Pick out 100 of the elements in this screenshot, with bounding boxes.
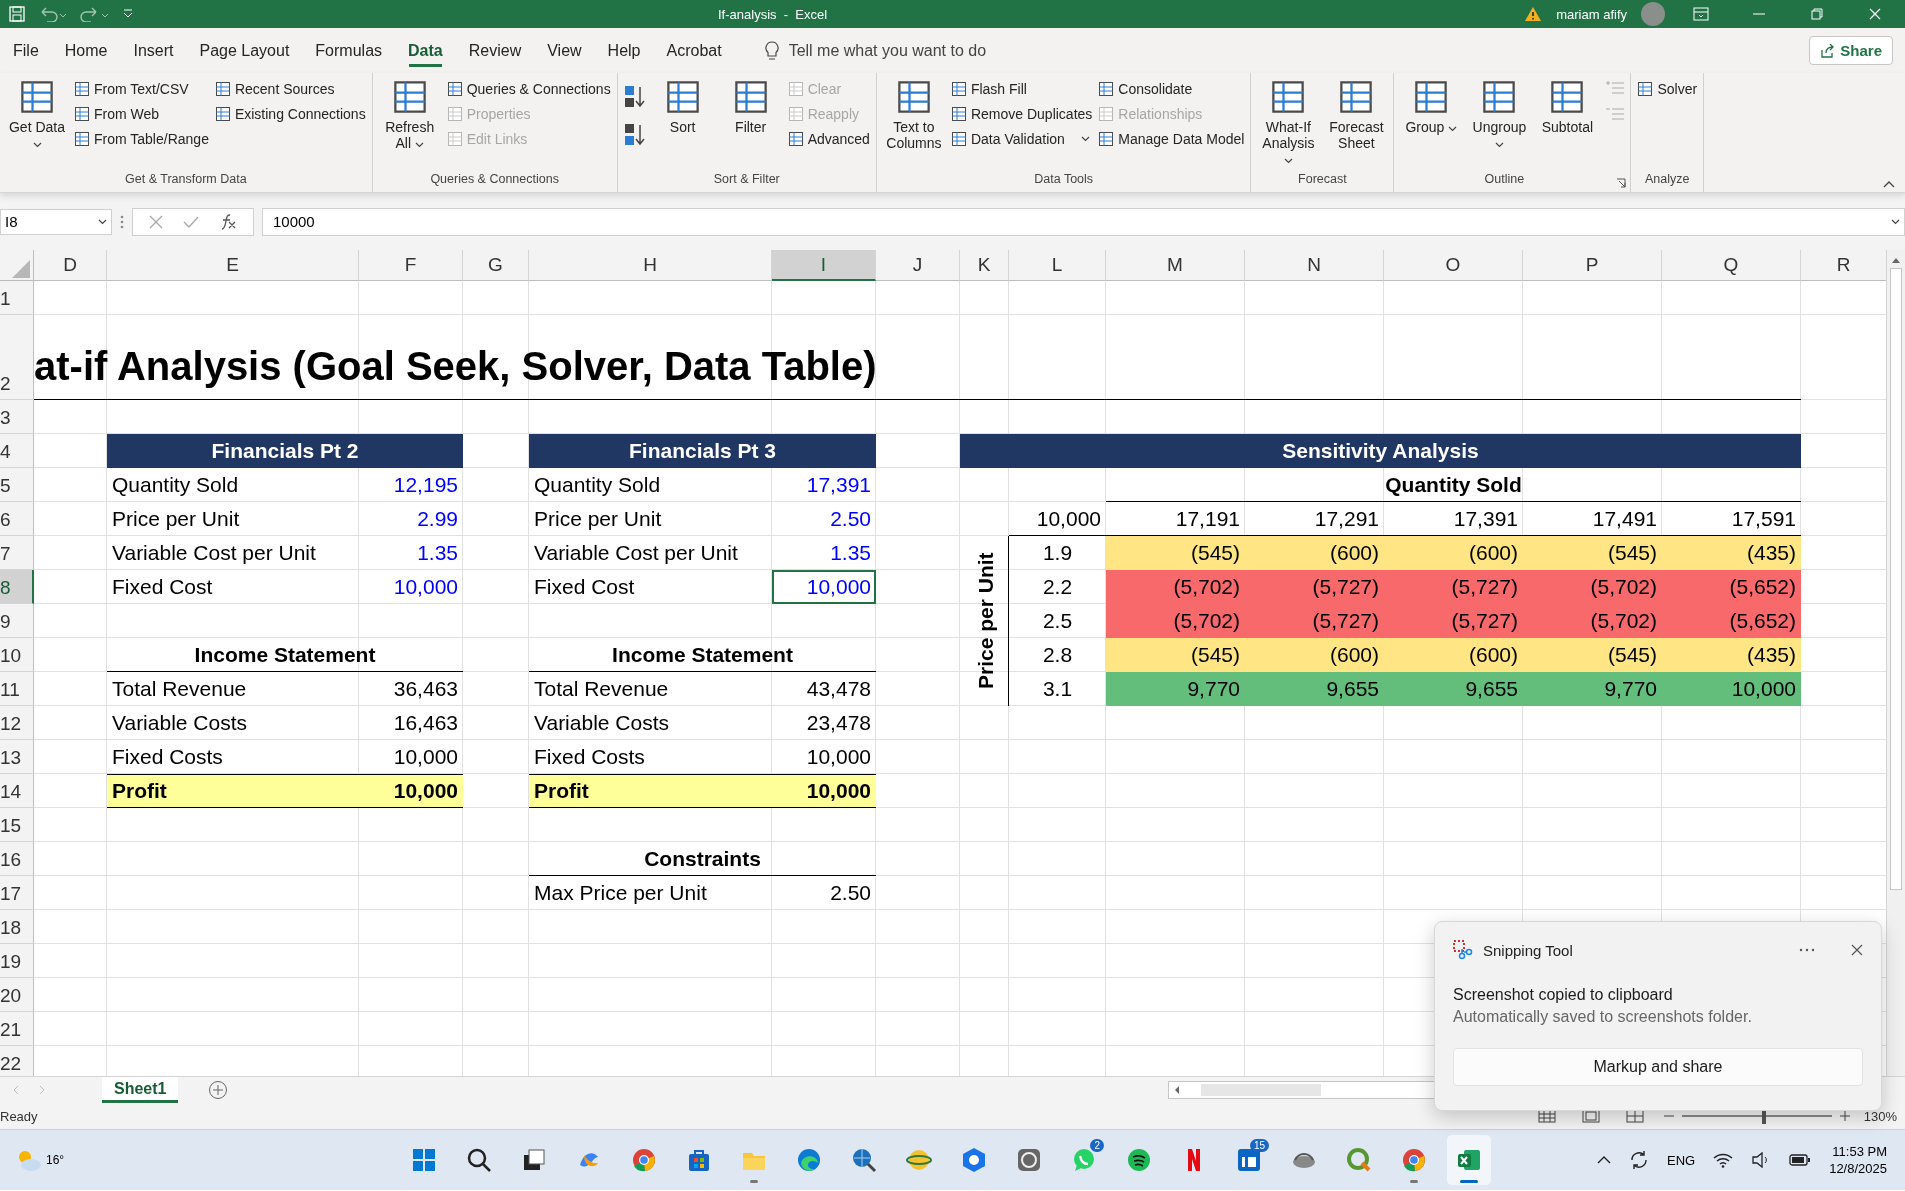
more-icon[interactable] — [1799, 948, 1815, 952]
column-header[interactable]: Q — [1662, 250, 1801, 281]
save-icon[interactable] — [8, 5, 26, 23]
menu-tab[interactable]: Data — [395, 28, 456, 73]
ribbon-button[interactable]: Solver — [1637, 79, 1698, 99]
ribbon-button[interactable]: Ungroup — [1468, 77, 1531, 151]
row-header[interactable]: 10 — [0, 638, 34, 672]
column-header[interactable]: F — [359, 250, 463, 281]
ribbon-button[interactable]: Recent Sources — [214, 79, 366, 99]
menu-tab[interactable]: Page Layout — [186, 28, 303, 73]
cell-value[interactable]: 10,000 — [359, 570, 463, 604]
row-header[interactable]: 22 — [0, 1046, 34, 1076]
scroll-left-icon[interactable] — [1173, 1085, 1182, 1095]
column-header[interactable]: E — [107, 250, 359, 281]
warning-icon[interactable] — [1524, 6, 1543, 22]
clock-time[interactable]: 11:53 PM — [1832, 1144, 1887, 1159]
ribbon-button[interactable]: Text to Columns — [882, 77, 945, 151]
row-header[interactable]: 18 — [0, 910, 34, 944]
cell-value[interactable]: 2.99 — [359, 502, 463, 536]
row-header[interactable]: 11 — [0, 672, 34, 706]
sync-icon[interactable] — [1629, 1150, 1649, 1170]
add-sheet-icon[interactable] — [208, 1080, 229, 1100]
user-name[interactable]: mariam afify — [1556, 6, 1627, 22]
ribbon-button[interactable]: From Web — [74, 104, 209, 124]
cell-value[interactable]: 1.35 — [772, 536, 876, 570]
close-icon[interactable] — [1851, 944, 1863, 956]
row-header[interactable]: 1 — [0, 281, 34, 315]
collapse-ribbon-icon[interactable] — [1883, 180, 1895, 188]
row-header[interactable]: 7 — [0, 536, 34, 570]
row-header[interactable]: 9 — [0, 604, 34, 638]
row-header[interactable]: 14 — [0, 774, 34, 808]
cell-value[interactable]: 12,195 — [359, 468, 463, 502]
row-header[interactable]: 16 — [0, 842, 34, 876]
ribbon-button[interactable]: Existing Connections — [214, 104, 366, 124]
cell-value[interactable]: 10,000 — [772, 570, 876, 604]
menu-tab[interactable]: Help — [594, 28, 654, 73]
column-header[interactable]: I — [772, 250, 876, 281]
sort-ascending-icon[interactable] — [623, 85, 646, 109]
taskbar-app[interactable]: 2 — [1062, 1135, 1106, 1185]
ribbon-button[interactable]: Subtotal — [1536, 77, 1599, 135]
column-header[interactable]: L — [1009, 250, 1106, 281]
column-header[interactable]: K — [960, 250, 1009, 281]
ribbon-button[interactable]: Remove Duplicates — [950, 104, 1093, 124]
function-icon[interactable] — [219, 212, 237, 231]
battery-icon[interactable] — [1789, 1153, 1812, 1167]
row-header[interactable]: 4 — [0, 434, 34, 468]
ribbon-button[interactable]: Advanced — [787, 129, 870, 149]
row-header[interactable]: 20 — [0, 978, 34, 1012]
share-button[interactable]: Share — [1809, 36, 1893, 65]
page-break-icon[interactable] — [1625, 1109, 1644, 1123]
ribbon-button[interactable]: Filter — [719, 77, 782, 135]
column-header[interactable]: R — [1801, 250, 1886, 281]
menu-tab[interactable]: View — [534, 28, 595, 73]
temperature[interactable]: 16° — [46, 1153, 65, 1167]
cell-value[interactable]: 2.50 — [772, 502, 876, 536]
menu-tab[interactable]: Formulas — [302, 28, 396, 73]
row-header[interactable]: 2 — [0, 315, 34, 400]
redo-icon[interactable] — [80, 6, 110, 22]
tell-me-search[interactable]: Tell me what you want to do — [788, 41, 987, 60]
ribbon-button[interactable]: Refresh All — [378, 77, 441, 151]
row-header[interactable]: 19 — [0, 944, 34, 978]
cancel-icon[interactable] — [149, 214, 163, 229]
zoom-level[interactable]: 130% — [1863, 1108, 1897, 1124]
ribbon-button[interactable]: Get Data — [6, 77, 68, 151]
row-header[interactable]: 6 — [0, 502, 34, 536]
row-header[interactable]: 21 — [0, 1012, 34, 1046]
row-header[interactable]: 13 — [0, 740, 34, 774]
chevron-up-icon[interactable] — [1597, 1156, 1611, 1164]
menu-tab[interactable]: Review — [455, 28, 535, 73]
column-header[interactable]: H — [529, 250, 772, 281]
language-indicator[interactable]: ENG — [1667, 1152, 1696, 1168]
vertical-scrollbar[interactable] — [1886, 250, 1905, 1076]
clock-date[interactable]: 12/8/2025 — [1829, 1161, 1887, 1176]
page-layout-icon[interactable] — [1581, 1109, 1600, 1123]
menu-tab[interactable]: File — [0, 28, 52, 73]
ribbon-button[interactable]: Queries & Connections — [446, 79, 611, 99]
sort-descending-icon[interactable] — [623, 123, 646, 147]
ribbon-button[interactable]: Consolidate — [1098, 79, 1245, 99]
row-header[interactable]: 5 — [0, 468, 34, 502]
row-header[interactable]: 15 — [0, 808, 34, 842]
menu-tab[interactable]: Acrobat — [653, 28, 735, 73]
dialog-launcher-icon[interactable] — [1616, 178, 1627, 188]
restore-icon[interactable] — [1811, 8, 1823, 20]
normal-view-icon[interactable] — [1537, 1109, 1556, 1123]
row-header[interactable]: 3 — [0, 400, 34, 434]
column-header[interactable]: J — [876, 250, 960, 281]
column-header[interactable]: O — [1384, 250, 1523, 281]
column-header[interactable]: P — [1523, 250, 1662, 281]
ribbon-button[interactable]: From Text/CSV — [74, 79, 209, 99]
column-header[interactable]: M — [1106, 250, 1245, 281]
name-box[interactable]: I8 — [0, 208, 112, 235]
menu-tab[interactable]: Insert — [120, 28, 187, 73]
ribbon-button[interactable]: Flash Fill — [950, 79, 1093, 99]
cell-value[interactable]: 17,391 — [772, 468, 876, 502]
ribbon-button[interactable]: Data Validation — [950, 129, 1093, 149]
ribbon-button[interactable]: What-If Analysis — [1257, 77, 1320, 167]
row-header[interactable]: 17 — [0, 876, 34, 910]
row-header[interactable]: 12 — [0, 706, 34, 740]
customize-icon[interactable] — [122, 8, 134, 20]
checkmark-icon[interactable] — [183, 214, 199, 229]
